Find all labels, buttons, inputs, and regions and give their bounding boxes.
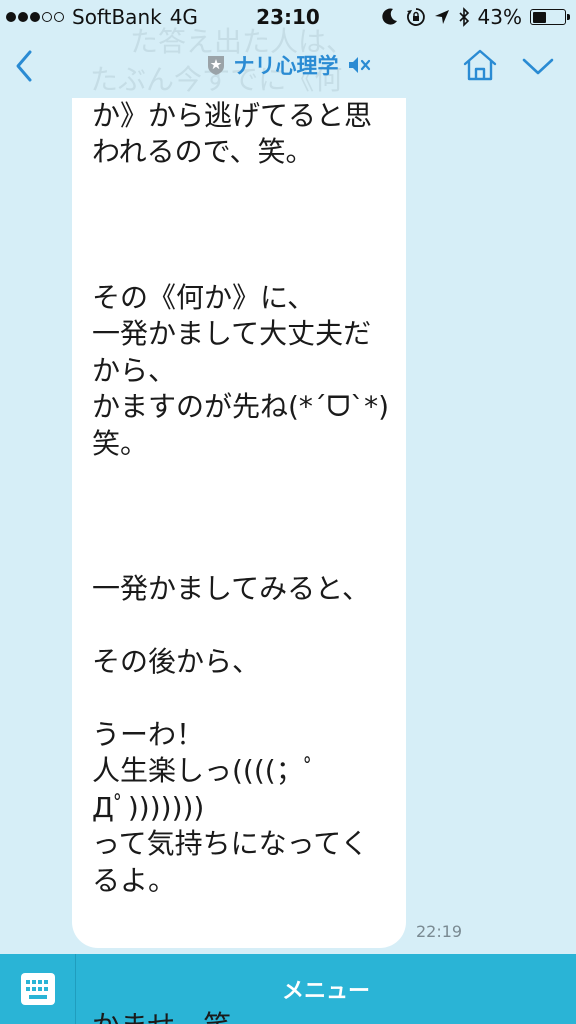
status-right: 43%	[381, 5, 570, 29]
keyboard-icon	[21, 973, 55, 1005]
battery-icon	[530, 9, 570, 25]
official-badge-icon	[207, 56, 224, 75]
rotation-lock-icon	[406, 8, 425, 26]
chat-title: ナリ心理学	[233, 54, 339, 78]
chat-screen: SoftBank 4G 23:10 43% た答え出た人は、 たぶん今すでに《何…	[0, 0, 576, 1024]
bluetooth-icon	[458, 7, 469, 27]
message-timestamp: 22:19	[416, 922, 463, 941]
home-icon[interactable]	[462, 48, 498, 82]
status-bar: SoftBank 4G 23:10 43%	[0, 0, 576, 34]
chevron-down-icon[interactable]	[520, 54, 556, 78]
location-arrow-icon	[434, 10, 449, 24]
moon-icon	[381, 8, 397, 25]
message-text: か》から逃げてると思 われるので、笑。 その《何か》に、 一発かまして大丈夫だ …	[92, 99, 390, 1024]
nav-bar: ナリ心理学	[0, 34, 576, 98]
mute-icon	[348, 57, 370, 73]
battery-percent: 43%	[477, 5, 522, 29]
keyboard-button[interactable]	[0, 954, 76, 1024]
battery-fill	[532, 11, 546, 23]
